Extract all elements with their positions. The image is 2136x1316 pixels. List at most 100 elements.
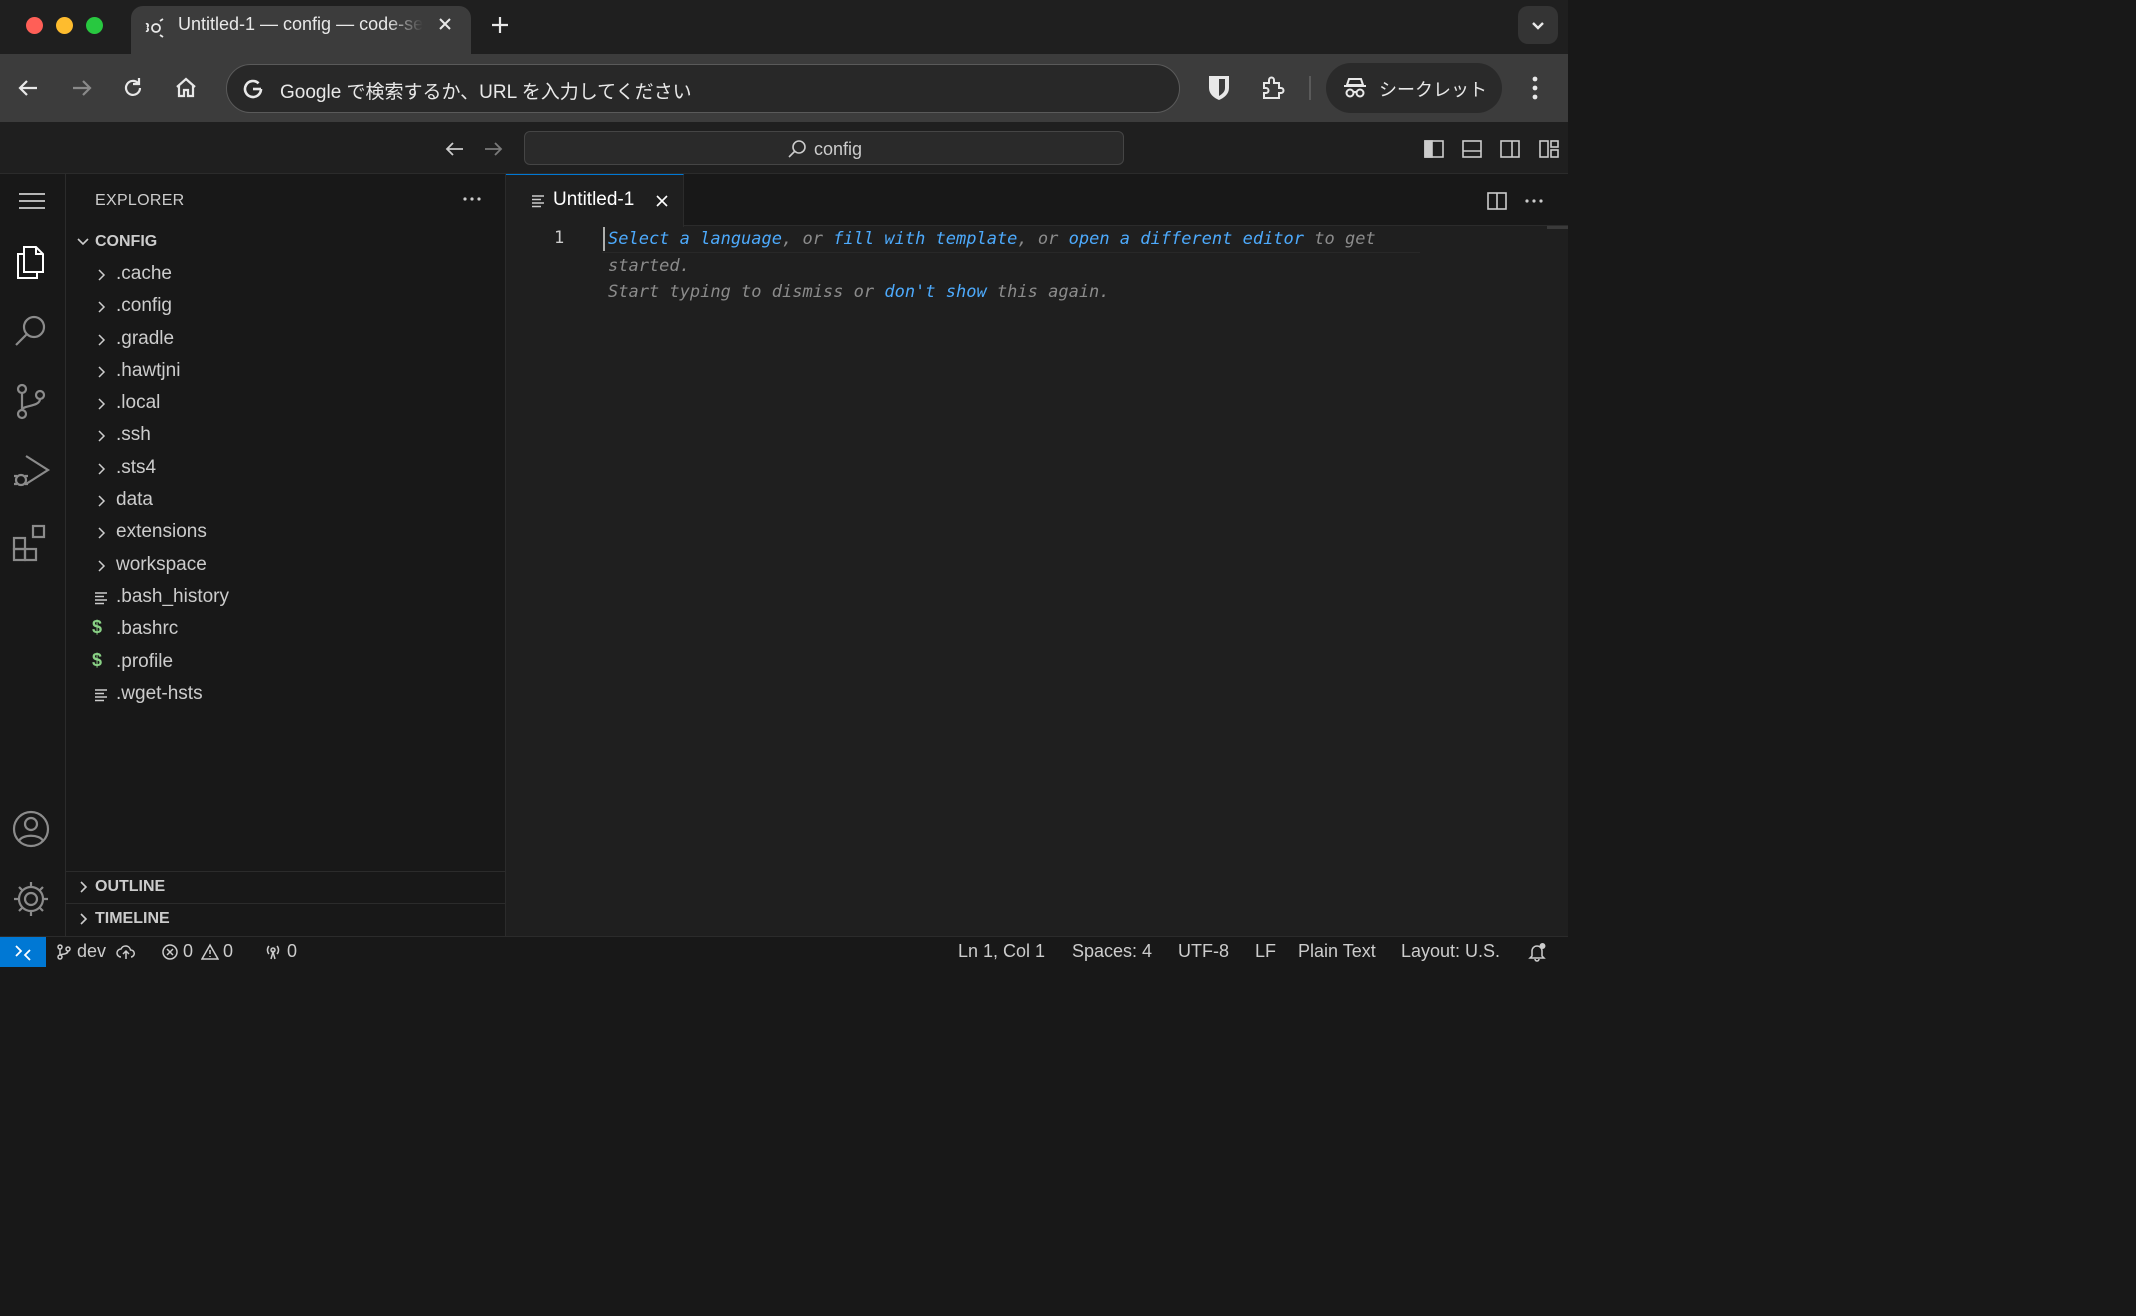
tree-folder-row[interactable]: .hawtjni bbox=[66, 356, 506, 388]
editor-tab-untitled[interactable]: Untitled-1 bbox=[506, 174, 684, 227]
folder-section-label: CONFIG bbox=[95, 233, 158, 250]
toggle-panel-icon[interactable] bbox=[1461, 138, 1483, 160]
tree-item-name: .hawtjni bbox=[116, 359, 181, 381]
tree-folder-row[interactable]: .sts4 bbox=[66, 453, 506, 485]
new-tab-plus-icon[interactable] bbox=[487, 12, 513, 38]
broadcast-icon bbox=[263, 943, 283, 961]
text-file-icon bbox=[93, 687, 109, 703]
bitwarden-shield-icon[interactable] bbox=[1206, 74, 1232, 102]
tree-item-name: workspace bbox=[116, 553, 207, 575]
window-zoom-button[interactable] bbox=[86, 17, 103, 34]
indentation-status[interactable]: Spaces: 4 bbox=[1072, 941, 1152, 962]
untitled-hint: Select a language, or fill with template… bbox=[608, 226, 1376, 306]
search-icon bbox=[786, 138, 808, 160]
browser-tab-title: Untitled-1 — config — code-server bbox=[178, 14, 423, 34]
activity-bar bbox=[0, 174, 66, 936]
source-control-icon[interactable] bbox=[10, 380, 52, 422]
home-icon[interactable] bbox=[173, 75, 199, 101]
manage-gear-icon[interactable] bbox=[10, 878, 52, 920]
menu-hamburger-icon[interactable] bbox=[12, 190, 52, 212]
close-icon[interactable] bbox=[654, 193, 670, 209]
search-icon[interactable] bbox=[10, 310, 52, 352]
chevron-right-icon bbox=[93, 396, 109, 412]
tree-item-name: .gradle bbox=[116, 327, 175, 349]
explorer-files-icon[interactable] bbox=[10, 240, 52, 282]
more-actions-ellipsis-icon[interactable] bbox=[461, 188, 483, 210]
keyboard-layout-status[interactable]: Layout: U.S. bbox=[1401, 941, 1500, 962]
more-actions-ellipsis-icon[interactable] bbox=[1523, 190, 1545, 212]
open-different-editor-link[interactable]: open a different editor bbox=[1069, 229, 1304, 249]
tree-item-name: extensions bbox=[116, 521, 207, 543]
customize-layout-icon[interactable] bbox=[1538, 138, 1560, 160]
editor-tab-label: Untitled-1 bbox=[553, 189, 635, 210]
remote-indicator-button[interactable] bbox=[0, 937, 46, 967]
language-mode-status[interactable]: Plain Text bbox=[1298, 941, 1376, 962]
browser-tab-active[interactable]: Untitled-1 — config — code-server bbox=[131, 6, 471, 54]
hint-line-2: started. bbox=[608, 255, 690, 276]
accounts-icon[interactable] bbox=[10, 808, 52, 850]
go-forward-icon[interactable] bbox=[481, 137, 505, 161]
toggle-secondary-sidebar-icon[interactable] bbox=[1499, 138, 1521, 160]
tree-folder-row[interactable]: data bbox=[66, 485, 506, 517]
encoding-status[interactable]: UTF-8 bbox=[1178, 941, 1229, 962]
scrollbar-slider[interactable] bbox=[1547, 226, 1568, 229]
forward-arrow-icon[interactable] bbox=[68, 75, 94, 101]
go-back-icon[interactable] bbox=[443, 137, 467, 161]
chevron-right-icon bbox=[93, 428, 109, 444]
fill-template-link[interactable]: fill with template bbox=[833, 229, 1017, 249]
tree-folder-row[interactable]: .gradle bbox=[66, 324, 506, 356]
text-cursor bbox=[603, 227, 605, 251]
git-branch-icon bbox=[55, 943, 73, 961]
outline-label: OUTLINE bbox=[95, 878, 166, 895]
notifications-bell-icon[interactable] bbox=[1527, 942, 1547, 962]
toggle-primary-sidebar-icon[interactable] bbox=[1423, 138, 1445, 160]
run-and-debug-icon[interactable] bbox=[10, 450, 52, 492]
address-bar[interactable]: Google で検索するか、URL を入力してください bbox=[226, 64, 1180, 113]
hint-text: Start typing to dismiss or bbox=[608, 282, 885, 302]
select-language-link[interactable]: Select a language bbox=[608, 229, 782, 249]
tree-folder-row[interactable]: .cache bbox=[66, 259, 506, 291]
shell-file-dollar-icon: $ bbox=[92, 649, 103, 670]
git-branch-status[interactable]: dev bbox=[55, 941, 136, 962]
tree-file-row[interactable]: .wget-hsts bbox=[66, 679, 506, 711]
dont-show-link[interactable]: don't show bbox=[884, 282, 986, 302]
extensions-puzzle-icon[interactable] bbox=[1259, 74, 1287, 102]
folder-section-config[interactable]: CONFIG bbox=[66, 228, 506, 256]
google-g-icon bbox=[241, 77, 265, 101]
remote-icon bbox=[13, 942, 33, 962]
cloud-sync-icon bbox=[116, 943, 136, 961]
tab-search-button[interactable] bbox=[1518, 6, 1558, 44]
tree-folder-row[interactable]: .ssh bbox=[66, 420, 506, 452]
split-editor-icon[interactable] bbox=[1486, 190, 1508, 212]
browser-tab-strip: Untitled-1 — config — code-server bbox=[0, 0, 1568, 54]
window-close-button[interactable] bbox=[26, 17, 43, 34]
extensions-icon[interactable] bbox=[10, 520, 52, 562]
eol-status[interactable]: LF bbox=[1255, 941, 1276, 962]
chevron-right-icon bbox=[93, 364, 109, 380]
tree-folder-row[interactable]: extensions bbox=[66, 517, 506, 549]
incognito-indicator[interactable]: シークレット bbox=[1326, 63, 1502, 113]
tree-file-row[interactable]: $ .profile bbox=[66, 647, 506, 679]
address-bar-placeholder: Google で検索するか、URL を入力してください bbox=[280, 82, 692, 103]
tree-file-row[interactable]: $ .bashrc bbox=[66, 614, 506, 646]
tree-file-row[interactable]: .bash_history bbox=[66, 582, 506, 614]
cursor-position[interactable]: Ln 1, Col 1 bbox=[958, 941, 1045, 962]
ports-status[interactable]: 0 bbox=[263, 941, 297, 962]
back-arrow-icon[interactable] bbox=[16, 75, 42, 101]
window-minimize-button[interactable] bbox=[56, 17, 73, 34]
tree-folder-row[interactable]: .config bbox=[66, 291, 506, 323]
browser-menu-kebab-icon[interactable] bbox=[1523, 74, 1547, 102]
tab-close-icon[interactable] bbox=[436, 15, 454, 33]
timeline-label: TIMELINE bbox=[95, 910, 170, 927]
text-file-icon bbox=[530, 193, 546, 209]
error-icon bbox=[161, 943, 179, 961]
chevron-right-icon bbox=[93, 299, 109, 315]
tree-folder-row[interactable]: workspace bbox=[66, 550, 506, 582]
timeline-section[interactable]: TIMELINE bbox=[66, 903, 506, 935]
problems-status[interactable]: 0 0 bbox=[161, 941, 233, 962]
outline-section[interactable]: OUTLINE bbox=[66, 871, 506, 903]
reload-icon[interactable] bbox=[120, 75, 146, 101]
command-center[interactable]: config bbox=[524, 131, 1124, 165]
tree-folder-row[interactable]: .local bbox=[66, 388, 506, 420]
chevron-down-icon bbox=[75, 234, 91, 250]
